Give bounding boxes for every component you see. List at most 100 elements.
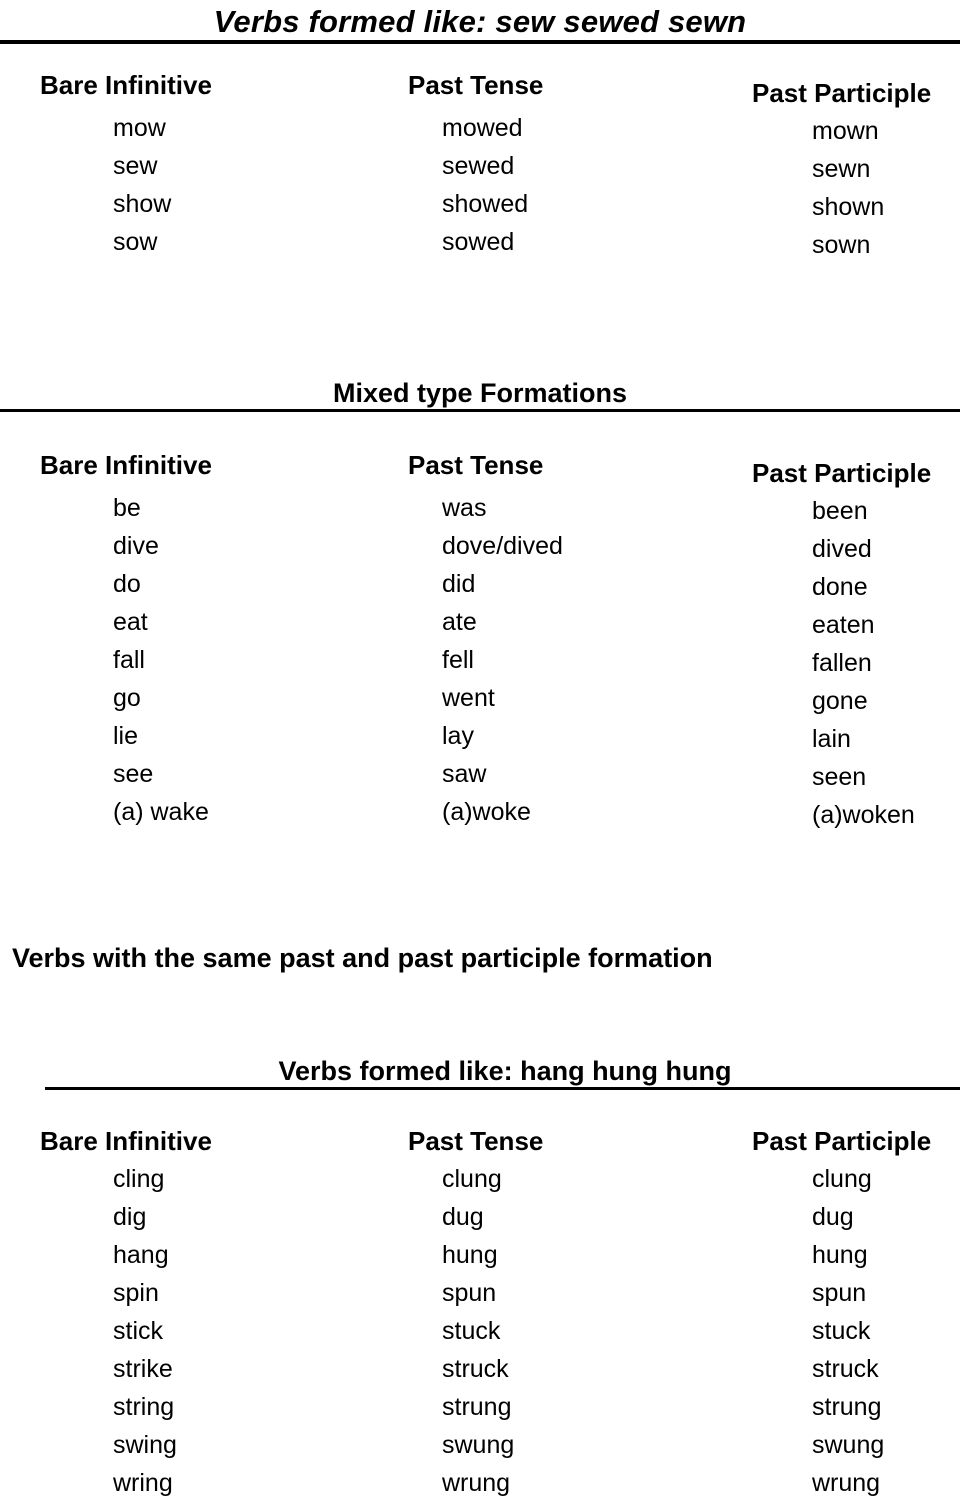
list-item: showed [442,190,529,218]
column-header-past-participle: Past Participle [752,78,932,108]
list-item: hang [113,1241,169,1269]
list-item: gone [812,687,868,715]
list-item: struck [442,1355,509,1383]
column-header-past-tense: Past Tense [408,70,544,100]
list-item: show [113,190,172,218]
list-item: mowed [442,114,523,142]
list-item: sow [113,228,158,256]
section-title-hang-group: Verbs formed like: hang hung hung [45,1058,960,1090]
list-item: sew [113,152,158,180]
list-item: went [442,684,495,712]
verb-list-past-tense: mowed sewed showed sowed [408,109,543,261]
list-item: stick [113,1317,163,1345]
column-header-bare-infinitive: Bare Infinitive [40,70,212,100]
list-item: strung [442,1393,512,1421]
list-item: clung [812,1165,872,1193]
list-item: was [442,494,487,522]
list-item: (a) wake [113,798,209,826]
list-item: seen [812,763,867,791]
verb-list-bare-infinitive: be dive do eat fall go lie see (a) wake [40,489,212,831]
list-item: do [113,570,141,598]
list-item: lie [113,722,139,750]
list-item: strike [113,1355,173,1383]
list-item: been [812,497,868,525]
list-item: wrung [812,1469,881,1497]
list-item: strung [812,1393,882,1421]
list-item: be [113,494,141,522]
list-item: stuck [442,1317,501,1345]
list-item: clung [442,1165,502,1193]
verb-list-past-participle: been dived done eaten fallen gone lain s… [752,492,931,834]
column-bare-infinitive: Bare Infinitive cling dig hang spin stic… [40,1128,212,1502]
verb-list-past-participle: mown sewn shown sown [752,112,931,264]
list-item: done [812,573,868,601]
list-item: spun [812,1279,867,1307]
column-past-participle: Past Participle clung dug hung spun stuc… [752,1128,931,1502]
list-item: stuck [812,1317,871,1345]
list-item: mown [812,117,879,145]
list-item: (a)woken [812,801,915,829]
list-item: mow [113,114,166,142]
list-item: did [442,570,476,598]
verb-list-bare-infinitive: cling dig hang spin stick strike string … [40,1160,212,1502]
column-header-past-participle: Past Participle [752,1126,932,1156]
list-item: dug [812,1203,854,1231]
section-title-same-past-group: Verbs with the same past and past partic… [12,943,713,973]
column-header-past-tense: Past Tense [408,450,544,480]
column-bare-infinitive: Bare Infinitive be dive do eat fall go l… [40,452,212,831]
list-item: shown [812,193,885,221]
verb-table-hang-group: Bare Infinitive cling dig hang spin stic… [0,1128,960,1508]
list-item: eaten [812,611,875,639]
column-header-bare-infinitive: Bare Infinitive [40,450,212,480]
list-item: spin [113,1279,159,1307]
column-past-tense: Past Tense was dove/dived did ate fell w… [408,452,563,831]
list-item: sewed [442,152,515,180]
column-header-past-tense: Past Tense [408,1126,544,1156]
list-item: sown [812,231,871,259]
column-past-tense: Past Tense clung dug hung spun stuck str… [408,1128,543,1502]
column-past-participle: Past Participle been dived done eaten fa… [752,452,931,834]
list-item: string [113,1393,175,1421]
list-item: (a)woke [442,798,531,826]
list-item: dug [442,1203,484,1231]
list-item: sowed [442,228,515,256]
list-item: fall [113,646,145,674]
verb-list-bare-infinitive: mow sew show sow [40,109,212,261]
list-item: see [113,760,154,788]
verb-list-past-tense: clung dug hung spun stuck struck strung … [408,1160,543,1502]
list-item: hung [812,1241,868,1269]
list-item: hung [442,1241,498,1269]
column-header-past-participle: Past Participle [752,458,932,488]
verb-table-mixed-group: Bare Infinitive be dive do eat fall go l… [0,452,960,872]
list-item: go [113,684,141,712]
list-item: wrung [442,1469,511,1497]
column-bare-infinitive: Bare Infinitive mow sew show sow [40,72,212,261]
list-item: swing [113,1431,177,1459]
list-item: fallen [812,649,872,677]
list-item: swung [812,1431,885,1459]
list-item: ate [442,608,477,636]
list-item: swung [442,1431,515,1459]
document-page: Verbs formed like: sew sewed sewn Bare I… [0,0,960,1506]
list-item: dived [812,535,872,563]
column-past-tense: Past Tense mowed sewed showed sowed [408,72,543,261]
list-item: cling [113,1165,165,1193]
list-item: dove/dived [442,532,563,560]
list-item: dig [113,1203,147,1231]
verb-table-sew-group: Bare Infinitive mow sew show sow Past Te… [0,72,960,262]
list-item: lay [442,722,474,750]
list-item: saw [442,760,487,788]
list-item: dive [113,532,159,560]
list-item: spun [442,1279,497,1307]
list-item: wring [113,1469,173,1497]
list-item: struck [812,1355,879,1383]
list-item: eat [113,608,148,636]
list-item: fell [442,646,474,674]
verb-list-past-participle: clung dug hung spun stuck struck strung … [752,1160,931,1502]
section-title-mixed-group: Mixed type Formations [0,380,960,412]
list-item: lain [812,725,851,753]
list-item: sewn [812,155,871,183]
section-title-sew-group: Verbs formed like: sew sewed sewn [0,6,960,44]
verb-list-past-tense: was dove/dived did ate fell went lay saw… [408,489,563,831]
column-past-participle: Past Participle mown sewn shown sown [752,72,931,264]
